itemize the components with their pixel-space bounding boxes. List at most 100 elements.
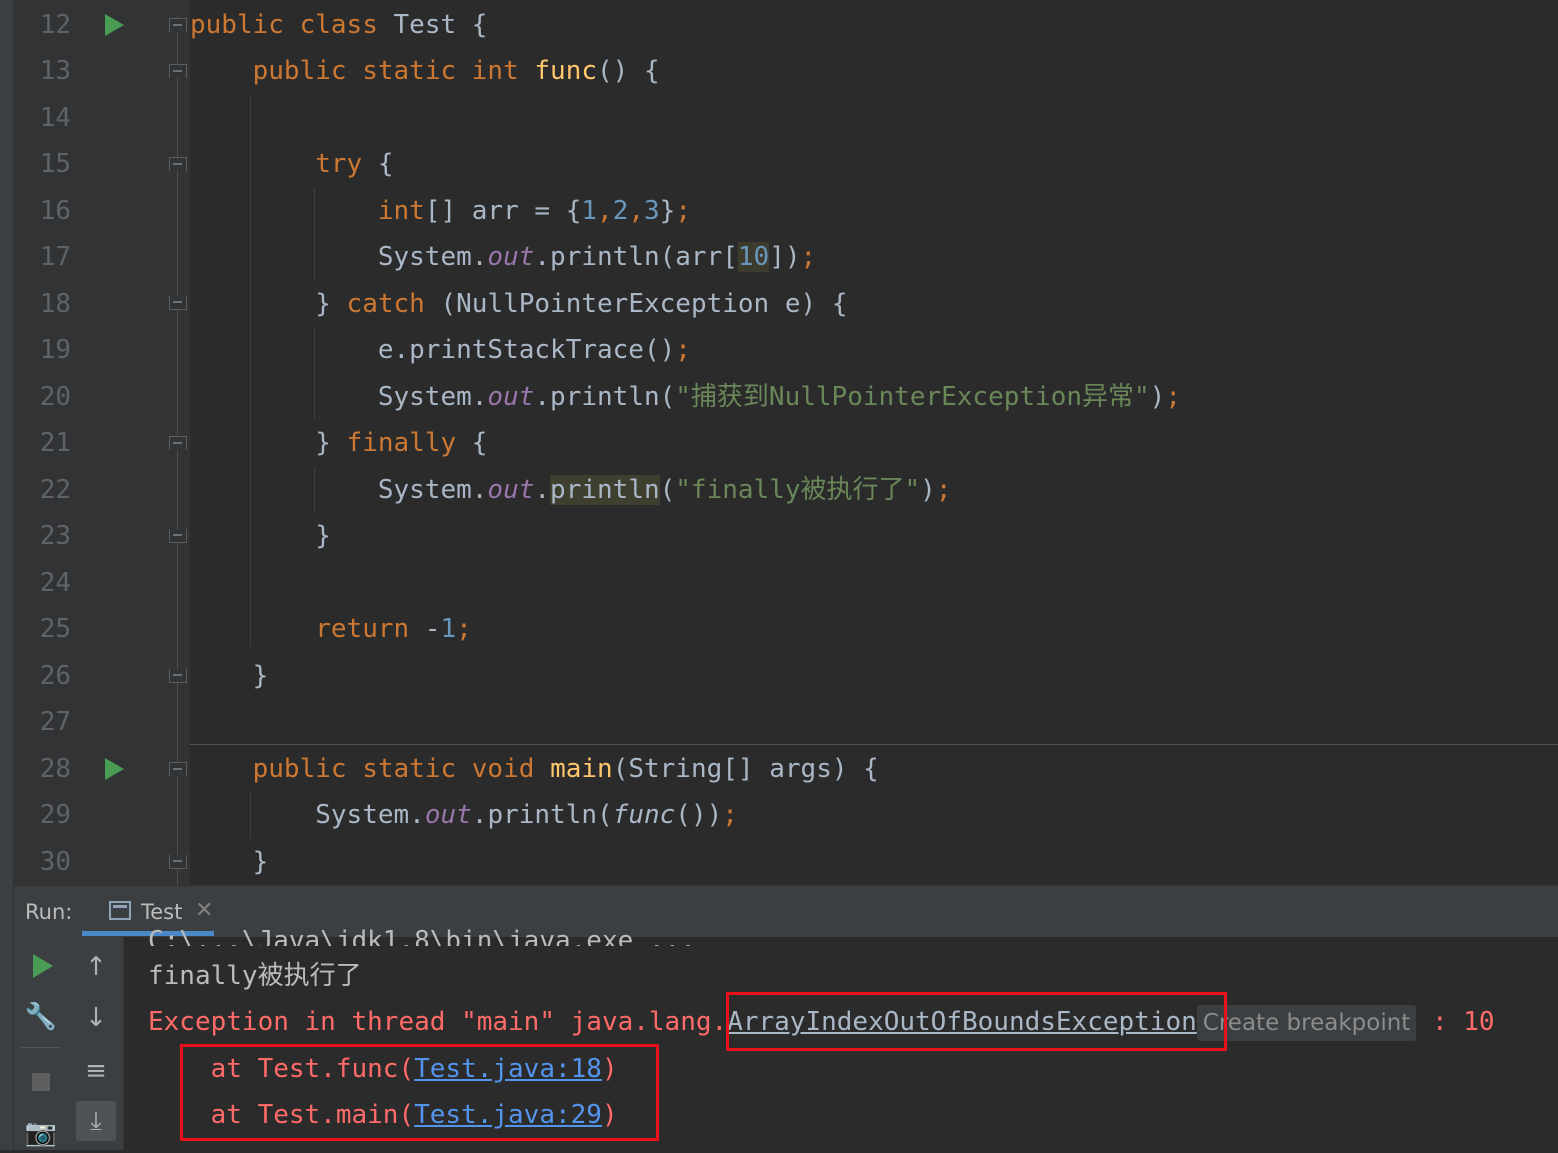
token-class-name: String [628,754,723,784]
code-editor[interactable]: 12 13 14 15 16 17 18 19 20 21 22 23 24 2… [0,0,1558,885]
token-method-highlighted: println [550,475,660,505]
code-line-23[interactable]: } [190,513,331,559]
code-line-22[interactable]: System.out.println("finally被执行了"); [190,467,951,513]
token-variable: args [769,754,832,784]
code-line-20[interactable]: System.out.println("捕获到NullPointerExcept… [190,374,1181,420]
code-line-25[interactable]: return -1; [190,606,472,652]
line-number: 15 [39,149,71,179]
line-number: 29 [39,800,71,830]
code-line-17[interactable]: System.out.println(arr[10]); [190,234,816,280]
console-line-finally: finally被执行了 [148,961,362,991]
line-number: 24 [39,568,71,598]
down-arrow-icon[interactable]: ↓ [76,998,116,1038]
line-number: 12 [39,10,71,40]
token-number: 2 [612,196,629,226]
code-line-19[interactable]: e.printStackTrace(); [190,327,691,373]
line-number: 19 [39,335,71,365]
exception-message: : 10 [1416,1007,1495,1037]
token-number-highlighted: 10 [737,242,770,272]
code-line-29[interactable]: System.out.println(func()); [190,792,738,838]
token-keyword: finally [346,428,457,458]
code-line-26[interactable]: } [190,653,269,699]
code-line-28[interactable]: public static void main(String[] args) { [190,746,879,792]
run-main-icon[interactable] [105,758,124,780]
method-separator [190,744,1558,745]
console-command-line: C:\...\Java\jdk1.8\bin\java.exe ... [148,926,696,946]
token-method: println [550,382,660,412]
token-method-name: main [550,754,613,784]
code-line-30[interactable]: } [190,839,269,885]
up-arrow-icon[interactable]: ↑ [76,947,116,987]
token-field: out [424,800,472,830]
fold-marker-icon[interactable] [169,18,187,32]
rerun-icon[interactable] [33,954,53,978]
create-breakpoint-tooltip[interactable]: Create breakpoint [1196,1004,1417,1041]
token-number: 1 [581,196,598,226]
left-tool-strip [0,0,14,1150]
token-variable: e [784,289,801,319]
line-number: 23 [39,521,71,551]
token-class-name: System [377,382,472,412]
token-method: println [550,242,660,272]
token-class-name: System [377,242,472,272]
toolbar-divider [21,1047,61,1048]
fold-marker-icon[interactable] [169,855,187,869]
camera-icon[interactable]: 📷 [21,1113,61,1153]
fold-marker-icon[interactable] [169,436,187,450]
run-label: Run: [25,900,73,924]
fold-marker-icon[interactable] [169,296,187,310]
token-class-name: System [377,475,472,505]
token-class-name: Test [393,10,457,40]
line-number: 22 [39,475,71,505]
line-number: 28 [39,754,71,784]
line-number: 13 [39,56,71,86]
token-keyword: int [377,196,425,226]
line-number: 21 [39,428,71,458]
token-keyword: static [362,56,457,86]
console-icon [109,901,131,920]
soft-wrap-icon[interactable]: ≡ [76,1051,116,1091]
scroll-to-end-icon[interactable]: ⤓ [76,1101,116,1141]
token-field: out [487,242,535,272]
token-number: 3 [644,196,660,226]
token-method: printStackTrace [409,335,644,365]
run-class-icon[interactable] [105,14,124,36]
gutter-divider [177,15,178,885]
token-variable: arr [471,196,519,226]
token-field: out [487,382,535,412]
line-number: 17 [39,242,71,272]
annotation-box-stacktrace [180,1044,659,1141]
code-line-18[interactable]: } catch (NullPointerException e) { [190,281,847,327]
wrench-icon[interactable]: 🔧 [21,997,61,1037]
code-line-13[interactable]: public static int func() { [190,48,660,94]
token-keyword: public [190,10,284,40]
code-line-15[interactable]: try { [190,141,393,187]
fold-marker-icon[interactable] [169,762,187,776]
token-field: out [487,475,535,505]
token-class-name: NullPointerException [456,289,770,319]
line-number: 30 [39,847,71,877]
fold-marker-icon[interactable] [169,529,187,543]
code-line-16[interactable]: int[] arr = {1,2,3}; [190,188,691,234]
line-number: 25 [39,614,71,644]
stop-icon[interactable] [32,1073,50,1091]
token-number: 1 [440,614,457,644]
token-keyword: return [315,614,410,644]
token-keyword: class [299,10,378,40]
fold-marker-icon[interactable] [169,157,187,171]
fold-marker-icon[interactable] [169,64,187,78]
token-keyword: catch [346,289,425,319]
token-string: "finally被执行了" [675,475,921,505]
fold-marker-icon[interactable] [169,669,187,683]
run-toolbar-primary: 🔧 📷 [13,937,70,1150]
code-line-21[interactable]: } finally { [190,420,487,466]
exception-text: Exception in thread "main" java.lang. [148,1007,728,1037]
code-line-12[interactable]: public class Test { [190,2,487,48]
annotation-box-exception [726,992,1227,1051]
token-keyword: public [252,56,347,86]
run-toolbar-secondary: ↑ ↓ ≡ ⤓ [70,937,124,1150]
token-keyword: int [471,56,519,86]
line-number: 27 [39,707,71,737]
token-variable: arr [675,242,723,272]
token-keyword: try [315,149,363,179]
